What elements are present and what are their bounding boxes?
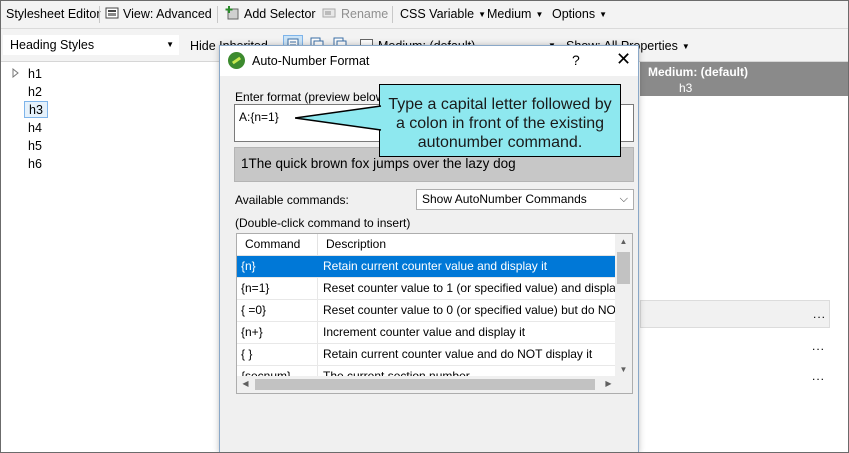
vertical-scrollbar[interactable]: ▲ ▼ xyxy=(615,234,632,393)
medium-label: Medium xyxy=(487,7,532,21)
scroll-thumb[interactable] xyxy=(255,379,595,390)
rename-label: Rename xyxy=(341,7,389,21)
add-selector-button[interactable]: Add Selector xyxy=(225,6,316,22)
table-row[interactable]: {n} Retain current counter value and dis… xyxy=(237,256,617,278)
property-row: ... xyxy=(640,300,830,328)
column-header-description[interactable]: Description xyxy=(317,234,617,255)
view-icon xyxy=(105,7,119,19)
rename-icon xyxy=(322,8,336,18)
horizontal-scrollbar[interactable]: ◀ ▶ xyxy=(237,376,617,393)
commands-dropdown[interactable]: Show AutoNumber Commands ⌵ xyxy=(416,189,634,210)
instruction-callout: Type a capital letter followed by a colo… xyxy=(379,84,621,157)
add-selector-icon xyxy=(225,6,239,20)
table-row[interactable]: {n+} Increment counter value and display… xyxy=(237,322,617,344)
command-cell: { } xyxy=(241,347,253,361)
tree-item-h2[interactable]: h2 xyxy=(24,84,46,101)
command-cell: { =0} xyxy=(241,303,267,317)
scroll-up-icon[interactable]: ▲ xyxy=(615,234,632,250)
table-row[interactable]: { } Retain current counter value and do … xyxy=(237,344,617,366)
tree-item-h4[interactable]: h4 xyxy=(24,120,46,137)
close-button[interactable]: ✕ xyxy=(616,49,631,70)
chevron-down-icon: ▼ xyxy=(166,40,174,49)
options-menu[interactable]: Options ▼ xyxy=(552,6,607,22)
css-variable-label: CSS Variable xyxy=(400,7,475,21)
properties-selector: h3 xyxy=(679,81,693,95)
available-commands-label: Available commands: xyxy=(235,193,349,207)
table-row[interactable]: { =0} Reset counter value to 0 (or speci… xyxy=(237,300,617,322)
expand-arrow-icon[interactable] xyxy=(12,68,20,78)
double-click-hint: (Double-click command to insert) xyxy=(235,216,411,230)
commands-dropdown-value: Show AutoNumber Commands xyxy=(422,192,587,206)
chevron-down-icon: ⌵ xyxy=(619,193,628,205)
medium-menu[interactable]: Medium ▼ xyxy=(487,6,543,22)
commands-table: Command Description {n} Retain current c… xyxy=(236,233,633,394)
toolbar-separator xyxy=(99,6,100,23)
description-cell: Increment counter value and display it xyxy=(317,322,617,343)
toolbar-separator xyxy=(217,6,218,23)
command-cell: {n=1} xyxy=(241,281,270,295)
css-variable-menu[interactable]: CSS Variable ▼ xyxy=(400,6,486,22)
callout-pointer xyxy=(295,105,382,131)
description-cell: Retain current counter value and do NOT … xyxy=(317,344,617,365)
add-selector-label: Add Selector xyxy=(244,7,316,21)
view-advanced-label: View: Advanced xyxy=(123,7,212,21)
table-header: Command Description xyxy=(237,234,617,256)
scroll-right-icon[interactable]: ▶ xyxy=(600,376,617,392)
rename-button[interactable]: Rename xyxy=(322,6,388,22)
description-cell: Reset counter value to 1 (or specified v… xyxy=(317,278,617,299)
properties-header: Medium: (default) h3 xyxy=(640,62,849,96)
description-cell: Reset counter value to 0 (or specified v… xyxy=(317,300,617,321)
tree-item-h5[interactable]: h5 xyxy=(24,138,46,155)
chevron-down-icon: ▼ xyxy=(478,10,487,19)
chevron-down-icon: ▼ xyxy=(535,10,544,19)
tree-item-h6[interactable]: h6 xyxy=(24,156,46,173)
scroll-left-icon[interactable]: ◀ xyxy=(237,376,254,392)
heading-styles-label: Heading Styles xyxy=(10,38,95,52)
table-row[interactable]: {n=1} Reset counter value to 1 (or speci… xyxy=(237,278,617,300)
main-toolbar: Stylesheet Editor View: Advanced Add Sel… xyxy=(0,0,849,29)
view-advanced-button[interactable]: View: Advanced xyxy=(105,6,212,22)
command-cell: {n+} xyxy=(241,325,263,339)
dialog-title: Auto-Number Format xyxy=(252,54,370,68)
more-button[interactable]: ... xyxy=(813,307,826,321)
format-input-value: A:{n=1} xyxy=(239,110,279,124)
more-button[interactable]: ... xyxy=(812,339,825,353)
app-title: Stylesheet Editor xyxy=(6,7,101,21)
chevron-down-icon: ▼ xyxy=(599,10,608,19)
more-button[interactable]: ... xyxy=(812,369,825,383)
preview-text: 1The quick brown fox jumps over the lazy… xyxy=(241,156,516,171)
scroll-down-icon[interactable]: ▼ xyxy=(615,362,632,378)
scroll-thumb[interactable] xyxy=(617,252,630,284)
stylesheet-filter-dropdown[interactable]: Heading Styles ▼ xyxy=(2,34,180,56)
app-logo-icon xyxy=(228,52,245,69)
dialog-titlebar: Auto-Number Format ? ✕ xyxy=(220,46,638,76)
options-label: Options xyxy=(552,7,596,21)
properties-medium: Medium: (default) xyxy=(648,65,748,79)
column-header-command[interactable]: Command xyxy=(237,234,317,255)
description-cell: Retain current counter value and display… xyxy=(317,256,617,277)
help-button[interactable]: ? xyxy=(572,52,580,68)
tree-item-h3[interactable]: h3 xyxy=(24,101,48,118)
selector-tree: h1 h2 h3 h4 h5 h6 xyxy=(0,62,218,453)
toolbar-separator xyxy=(392,6,393,23)
tree-item-h1[interactable]: h1 xyxy=(24,66,46,83)
command-cell: {n} xyxy=(241,259,256,273)
chevron-down-icon: ▼ xyxy=(681,42,690,51)
callout-text: Type a capital letter followed by a colo… xyxy=(388,96,612,151)
